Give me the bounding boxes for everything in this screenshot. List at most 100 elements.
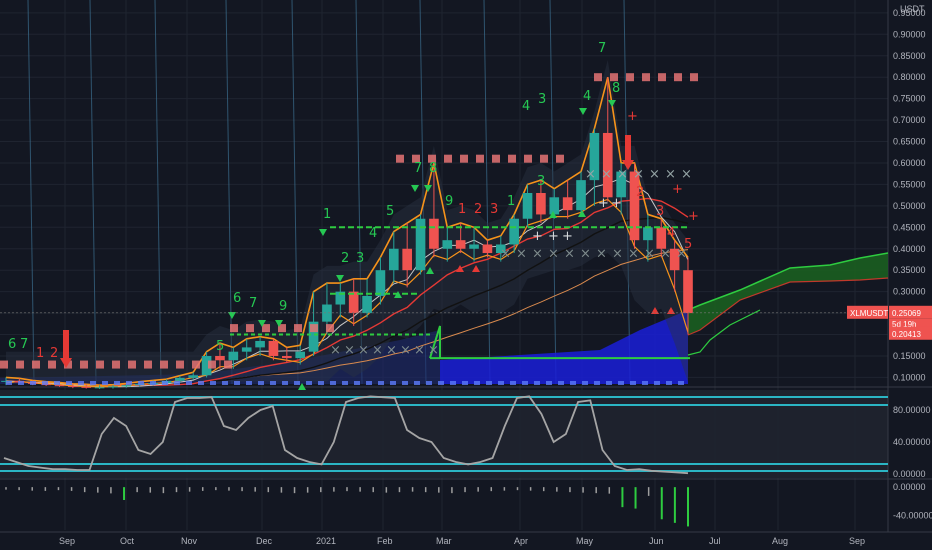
td-count-green: 1	[323, 207, 331, 222]
bottom-dot	[678, 381, 684, 385]
bottom-dot	[450, 381, 456, 385]
bottom-dot	[558, 381, 564, 385]
bottom-dot	[114, 381, 120, 385]
x-marker: ×	[681, 167, 692, 182]
price-tick-label: 0.30000	[893, 287, 926, 297]
bottom-dot	[66, 381, 72, 385]
candle-body	[536, 193, 546, 215]
candle-body	[282, 355, 292, 359]
bottom-dot	[258, 381, 264, 385]
resistance-marker	[192, 360, 200, 369]
x-marker: ×	[601, 167, 612, 182]
candle-body	[402, 248, 412, 271]
candle-body	[348, 291, 359, 314]
support-tag-label: 0.20413	[892, 330, 921, 339]
osc-tick-label: 80.00000	[893, 405, 931, 415]
currency-label: USDT	[900, 4, 925, 14]
xlm-chart[interactable]: × × × × × × × ×× × × × × × × × × × × ×× × × × × × ×6 76 7 912 3457 89…	[0, 0, 932, 550]
time-tick-label: Mar	[436, 536, 452, 546]
resistance-marker	[674, 73, 682, 82]
time-tick-label: Apr	[514, 536, 528, 546]
x-marker: ×	[633, 167, 644, 182]
bottom-dot	[486, 381, 492, 385]
red-signal-bar	[63, 330, 69, 358]
td-count-green: 3	[537, 174, 545, 189]
bottom-dot	[666, 381, 672, 385]
td-count-green: 7	[414, 161, 422, 176]
bottom-dot	[582, 381, 588, 385]
time-tick-label: Jun	[649, 536, 664, 546]
resistance-marker	[294, 324, 302, 333]
bottom-dot	[534, 381, 540, 385]
td-count-red: 2	[636, 185, 644, 200]
price-tick-label: 0.90000	[893, 29, 926, 39]
resistance-marker	[476, 154, 484, 163]
bottom-dot	[198, 381, 204, 385]
bottom-dot	[594, 381, 600, 385]
time-tick-label: 2021	[316, 536, 336, 546]
time-tick-label: Sep	[849, 536, 865, 546]
resistance-marker	[508, 154, 516, 163]
candle-body	[241, 347, 252, 352]
resistance-marker	[610, 73, 618, 82]
td-count-green: 1	[507, 194, 515, 209]
resistance-marker	[112, 360, 120, 369]
price-tick-label: 0.85000	[893, 51, 926, 61]
candle-body	[255, 340, 265, 348]
bottom-dot	[426, 381, 432, 385]
bottom-dot	[510, 381, 516, 385]
resistance-marker	[326, 324, 334, 333]
x-marker: ×	[358, 343, 369, 358]
bottom-dot	[606, 381, 612, 385]
candle-body	[108, 386, 118, 388]
candle-body	[188, 375, 199, 378]
bottom-dot	[6, 381, 12, 385]
bottom-dot	[390, 381, 396, 385]
resistance-marker	[642, 73, 650, 82]
time-tick-label: Nov	[181, 536, 198, 546]
td-count-green: 9	[279, 299, 287, 314]
last-price-label: 0.25069	[892, 309, 921, 318]
bottom-dot	[270, 381, 276, 385]
bottom-dot	[570, 381, 576, 385]
candle-body	[362, 295, 372, 314]
plus-marker: +	[688, 209, 699, 224]
resistance-marker	[658, 73, 666, 82]
candle-body	[683, 270, 693, 314]
resistance-marker	[160, 360, 168, 369]
x-marker: ×	[414, 343, 425, 358]
resistance-marker	[32, 360, 40, 369]
bottom-dot	[162, 381, 168, 385]
td-count-green: 4	[583, 89, 591, 104]
price-tick-label: 0.80000	[893, 72, 926, 82]
x-marker: ×	[386, 343, 397, 358]
td-count-red: 1	[36, 346, 44, 361]
price-tick-label: 0.55000	[893, 179, 926, 189]
x-marker: ×	[344, 343, 355, 358]
resistance-marker	[96, 360, 104, 369]
x-marker: ×	[532, 246, 543, 261]
time-tick-label: Aug	[772, 536, 788, 546]
bottom-dot	[54, 381, 60, 385]
price-tick-label: 0.40000	[893, 244, 926, 254]
x-marker: ×	[516, 246, 527, 261]
resistance-marker	[460, 154, 468, 163]
x-marker: ×	[585, 167, 596, 182]
candle-body	[509, 218, 519, 245]
td-count-green: 3	[356, 251, 364, 266]
x-marker: ×	[596, 246, 607, 261]
plus-marker: +	[611, 196, 622, 211]
x-marker: ×	[580, 246, 591, 261]
candle-body	[228, 351, 239, 361]
resistance-marker	[80, 360, 88, 369]
candle-body	[522, 193, 533, 219]
hist-tick-label: 0.00000	[893, 482, 926, 492]
candle-body	[215, 355, 225, 361]
x-marker: ×	[500, 246, 511, 261]
osc-tick-label: 0.00000	[893, 469, 926, 479]
time-tick-label: May	[576, 536, 594, 546]
candle-body	[121, 385, 132, 387]
resistance-marker	[492, 154, 500, 163]
resistance-marker	[144, 360, 152, 369]
resistance-marker	[444, 154, 452, 163]
